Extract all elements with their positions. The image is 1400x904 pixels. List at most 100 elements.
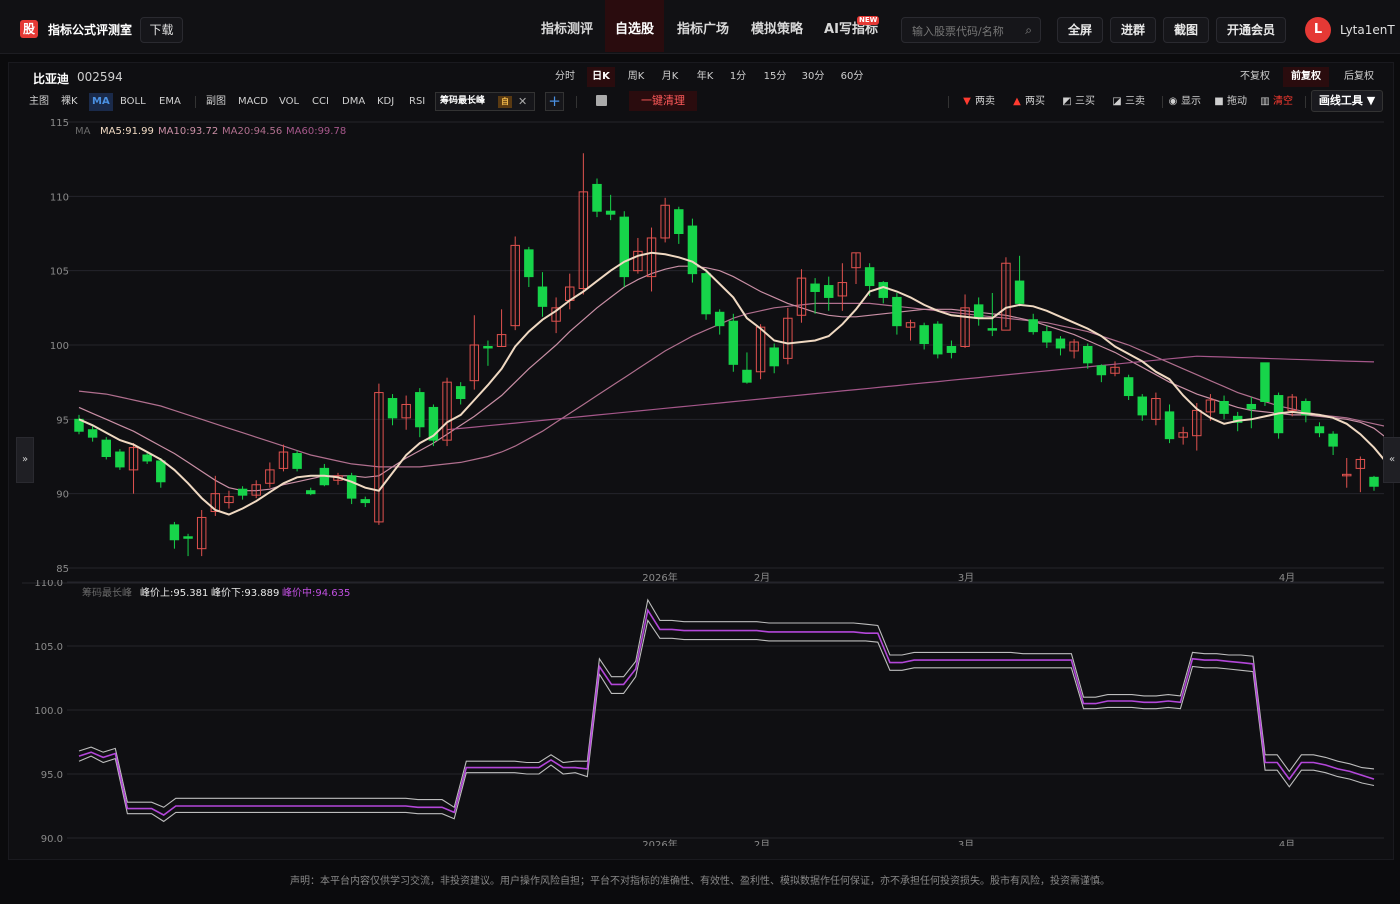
add-indicator-button[interactable]: + (545, 92, 564, 111)
indicator-rsi[interactable]: RSI (409, 93, 425, 111)
candle-body (1137, 396, 1147, 416)
nav-indicator-square[interactable]: 指标广场 (667, 0, 739, 52)
candle-body (1260, 362, 1270, 402)
candle-body (87, 429, 98, 438)
indicator-bare-k[interactable]: 裸K (61, 93, 78, 111)
kline-chart[interactable]: 1151101051009590852026年 2月 3月 4月MA MA5:91.99… (22, 116, 1384, 586)
candle-body (1369, 476, 1379, 487)
period-30min[interactable]: 30分 (799, 67, 827, 87)
period-1min[interactable]: 1分 (726, 67, 750, 87)
tool-drag[interactable]: ■ 拖动 (1214, 93, 1247, 111)
candle-body (742, 369, 752, 383)
indicator-main[interactable]: 主图 (29, 93, 49, 111)
candle-body (714, 311, 725, 327)
chip-legend-title: 筹码最长峰 (82, 586, 132, 599)
expand-right-icon[interactable]: « (1383, 437, 1400, 483)
candle-body (1219, 400, 1229, 414)
candle-body (346, 475, 357, 499)
stock-name: 比亚迪 (33, 72, 70, 86)
username[interactable]: Lyta1enT (1340, 23, 1395, 37)
indicator-kdj[interactable]: KDJ (377, 93, 394, 111)
ma5-line (78, 251, 1384, 516)
indicator-cci[interactable]: CCI (312, 93, 329, 111)
tool-three-sell[interactable]: ◪ 三卖 (1112, 93, 1145, 111)
chip-peak-tag[interactable]: 筹码最长峰 自 ✕ (435, 92, 535, 111)
indicator-macd[interactable]: MACD (238, 93, 268, 111)
draw-tools-label: 画线工具 (1318, 94, 1363, 107)
caret-down-icon: ▼ (1366, 94, 1376, 107)
indicator-sub[interactable]: 副图 (206, 93, 226, 111)
y-tick-label: 95 (56, 415, 69, 426)
tool-two-buy-label: 两买 (1025, 96, 1045, 107)
ma10-line (78, 265, 1384, 492)
candle-body (1164, 411, 1175, 440)
join-group-button[interactable]: 进群 (1110, 17, 1156, 43)
y-tick-label: 100 (50, 341, 69, 352)
nav-indicator-review[interactable]: 指标测评 (531, 0, 603, 52)
indicator-ma[interactable]: MA (89, 93, 113, 111)
period-weekly[interactable]: 周K (622, 67, 650, 87)
screenshot-button[interactable]: 截图 (1163, 17, 1209, 43)
stock-search-input[interactable]: 输入股票代码/名称 ⌕ (901, 17, 1041, 43)
candle-body (810, 283, 820, 292)
period-daily[interactable]: 日K (587, 67, 615, 87)
candle-body (387, 398, 398, 419)
candle-body (524, 249, 534, 278)
custom-badge: 自 (498, 96, 512, 108)
candle-body (933, 323, 943, 355)
nav-ai-indicator[interactable]: AI写指标 NEW (815, 0, 887, 52)
indicator-dma[interactable]: DMA (342, 93, 365, 111)
open-membership-button[interactable]: 开通会员 (1216, 17, 1286, 43)
candle-body (987, 328, 998, 331)
avatar[interactable]: L (1305, 17, 1331, 43)
adjust-backward[interactable]: 后复权 (1339, 67, 1379, 87)
search-icon[interactable]: ⌕ (1025, 23, 1032, 38)
clear-all-button[interactable]: 一键清理 (629, 91, 697, 111)
draw-tools-dropdown[interactable]: 画线工具 ▼ (1311, 90, 1383, 112)
fullscreen-button[interactable]: 全屏 (1057, 17, 1103, 43)
adjust-none[interactable]: 不复权 (1235, 67, 1275, 87)
candle-body (592, 183, 602, 212)
stock-code: 002594 (77, 70, 123, 84)
indicator-ema[interactable]: EMA (159, 93, 181, 111)
y-tick-label: 95.0 (41, 770, 63, 781)
candle-body (537, 286, 548, 307)
top-bar: 股 指标公式评测室 下载 指标测评 自选股 指标广场 模拟策略 AI写指标 NE… (0, 0, 1400, 54)
indicator-vol[interactable]: VOL (279, 93, 299, 111)
ma20-legend: MA20:94.56 (222, 126, 282, 137)
toolbar-divider (195, 96, 196, 108)
period-15min[interactable]: 15分 (761, 67, 789, 87)
nav-simulated-strategy[interactable]: 模拟策略 (741, 0, 813, 52)
period-yearly[interactable]: 年K (691, 67, 719, 87)
x-tick-label: 3月 (958, 839, 974, 846)
candle-body (687, 225, 698, 275)
indicator-boll[interactable]: BOLL (120, 93, 146, 111)
chip-peak-chart[interactable]: 110.0105.0100.095.090.02026年 2月 3月 4月筹码最长峰峰… (22, 580, 1384, 846)
period-60min[interactable]: 60分 (838, 67, 866, 87)
candle-body (115, 451, 125, 468)
tool-two-buy[interactable]: ▲ 两买 (1012, 93, 1045, 111)
x-tick-label: 2026年 (642, 838, 677, 846)
close-icon[interactable]: ✕ (518, 93, 527, 110)
candle-body (892, 296, 902, 327)
tool-clear[interactable]: ▥ 清空 (1260, 93, 1293, 111)
candle-body (1083, 345, 1093, 364)
candle-body (142, 454, 152, 462)
toolbar-divider (576, 96, 577, 108)
save-icon[interactable] (596, 95, 607, 106)
toolbar-divider (948, 96, 949, 108)
nav-watchlist[interactable]: 自选股 (605, 0, 664, 52)
candle-body (415, 392, 425, 428)
candle-body (1055, 338, 1066, 349)
tool-show[interactable]: ◉ 显示 (1168, 93, 1201, 111)
candle-body (183, 536, 193, 539)
tool-three-buy[interactable]: ◩ 三买 (1062, 93, 1095, 111)
candle-body (306, 490, 316, 495)
expand-left-icon[interactable]: » (16, 437, 34, 483)
period-monthly[interactable]: 月K (656, 67, 684, 87)
tool-two-sell[interactable]: ▼ 两卖 (962, 93, 995, 111)
download-button[interactable]: 下载 (140, 17, 183, 43)
period-timeshare[interactable]: 分时 (551, 67, 579, 87)
adjust-forward[interactable]: 前复权 (1283, 67, 1329, 87)
candle-body (455, 386, 466, 400)
